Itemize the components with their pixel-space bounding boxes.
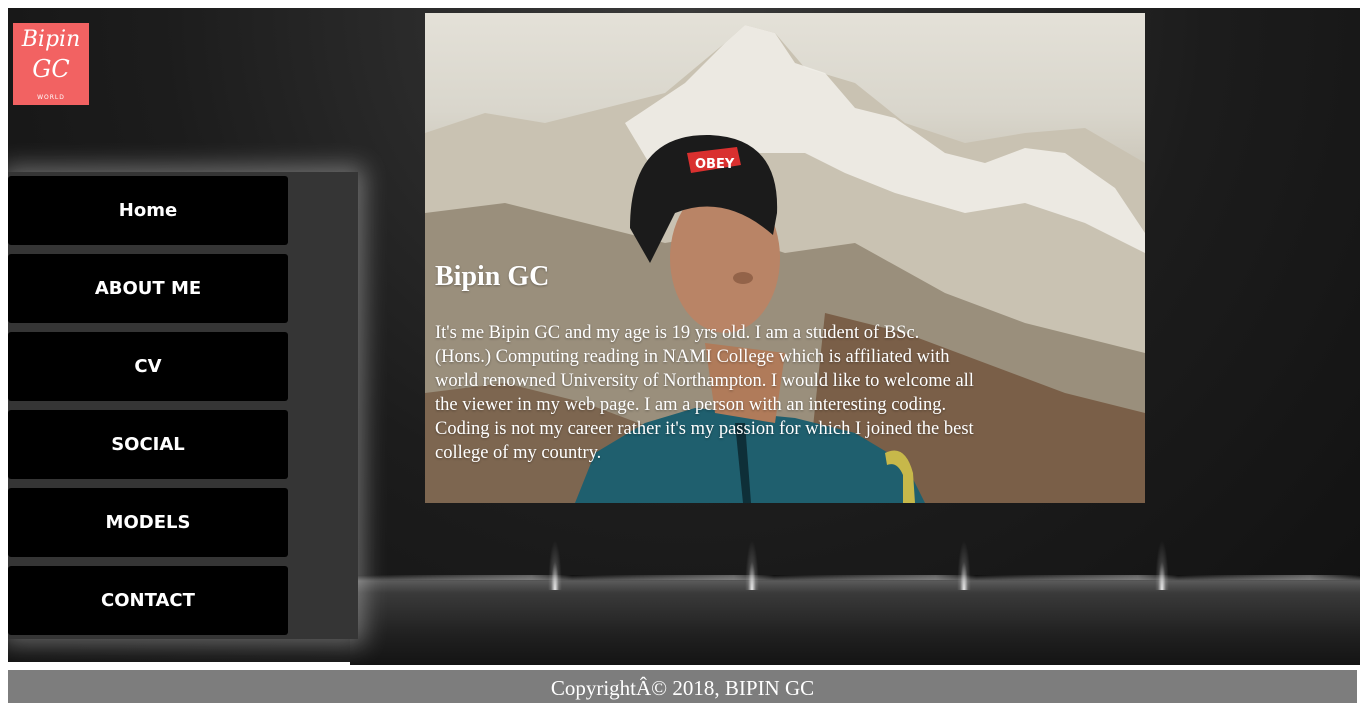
floor-light [1155,540,1169,590]
hero-title: Bipin GC [435,261,550,292]
nav-social-button[interactable]: SOCIAL [8,410,288,479]
sidebar-nav: Home ABOUT ME CV SOCIAL MODELS CONTACT [8,172,358,639]
hero-description: It's me Bipin GC and my age is 19 yrs ol… [435,323,974,463]
floor-light [548,540,562,590]
logo-line2: GC [32,55,70,83]
stage-floor [350,575,1360,665]
cap-logo-text: OBEY [695,157,735,172]
nav-home-button[interactable]: Home [8,176,288,245]
nav-cv-button[interactable]: CV [8,332,288,401]
nav-about-button[interactable]: ABOUT ME [8,254,288,323]
logo-line1: Bipin [21,27,81,52]
footer: CopyrightÂ© 2018, BIPIN GC [8,670,1357,703]
site-logo[interactable]: Bipin GC WORLD [13,23,89,105]
copyright-text: CopyrightÂ© 2018, BIPIN GC [550,676,815,700]
logo-line3: WORLD [37,94,65,101]
hero-banner: OBEY Bipin GC It's me Bipin GC and my ag… [425,13,1145,503]
floor-light [957,540,971,590]
nav-contact-button[interactable]: CONTACT [8,566,288,635]
floor-light [745,540,759,590]
nav-models-button[interactable]: MODELS [8,488,288,557]
